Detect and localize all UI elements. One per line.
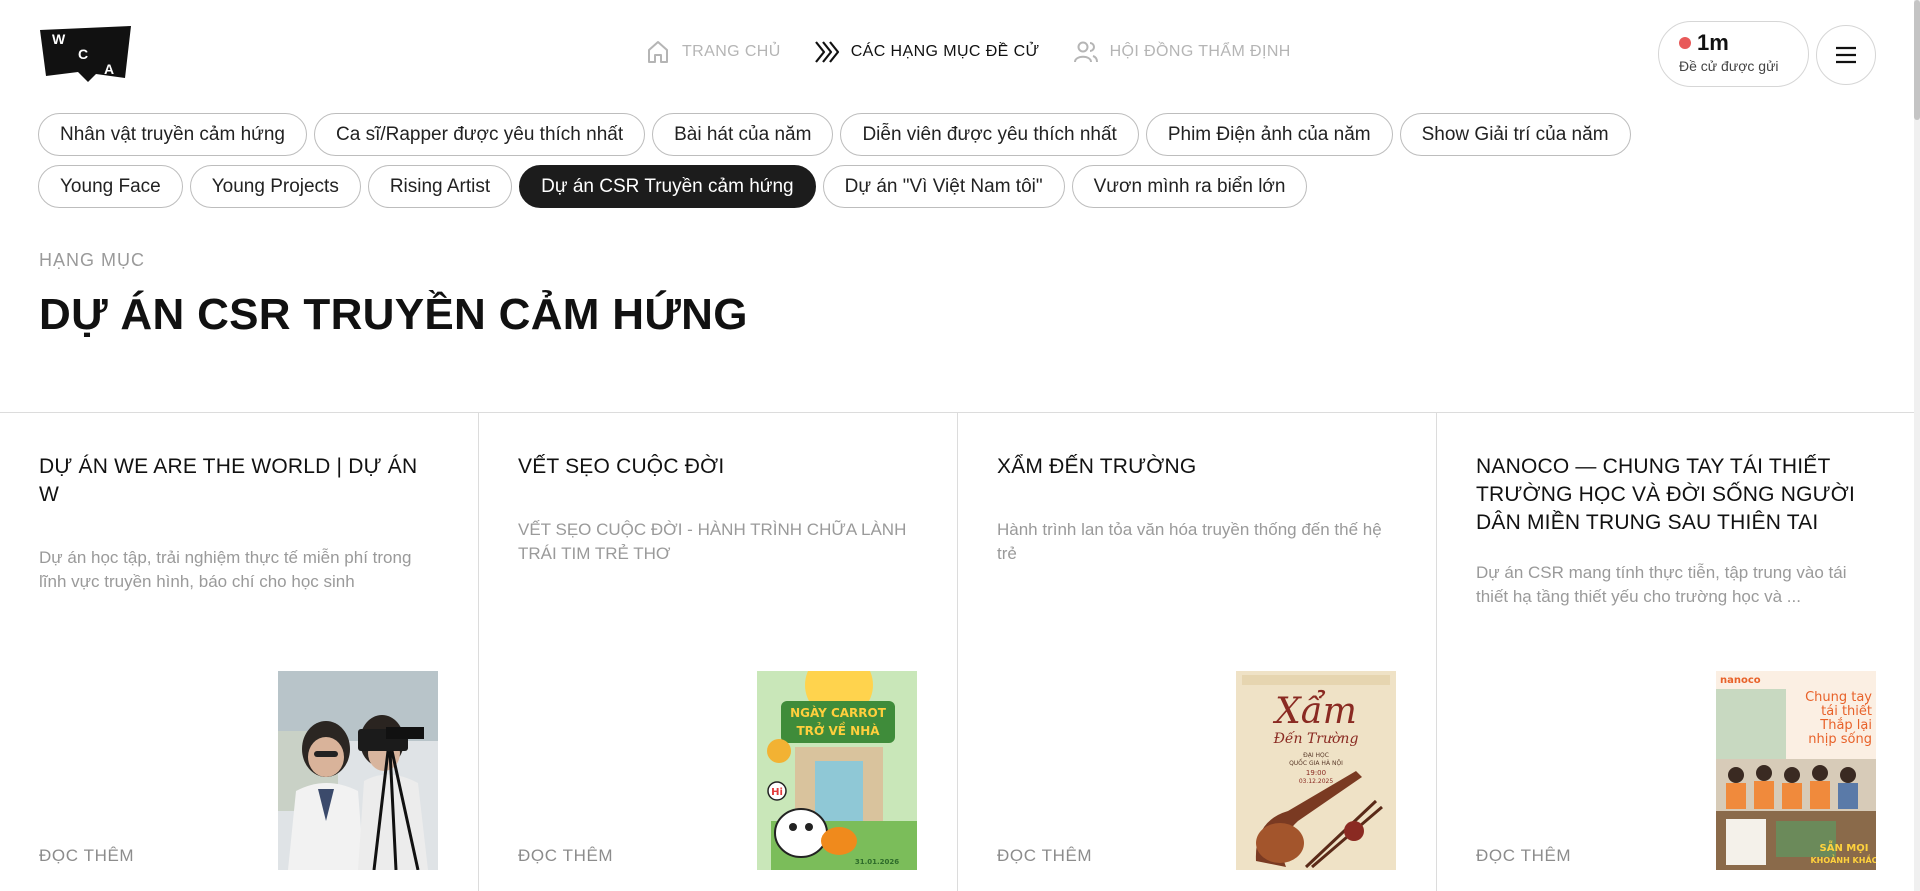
poster-text: tái thiết [1821,704,1872,719]
card-title: XẨM ĐẾN TRƯỜNG [997,455,1197,478]
home-icon [648,41,668,63]
poster-text: nanoco [1720,675,1761,686]
poster-text: 19:00 [1306,769,1326,777]
card-title: DỰ ÁN WE ARE THE WORLD | DỰ ÁN W [39,455,418,506]
card-title: NANOCO — CHUNG TAY TÁI THIẾT TRƯỜNG HỌC … [1476,455,1856,534]
card-description: VẾT SẸO CUỘC ĐỜI - HÀNH TRÌNH CHỮA LÀNH … [518,520,907,563]
category-chip[interactable]: Diễn viên được yêu thích nhất [840,113,1139,156]
logo-letter: C [78,46,88,62]
project-card[interactable]: XẨM ĐẾN TRƯỜNG Hành trình lan tỏa văn hó… [958,413,1437,891]
poster-text: 03.12.2025 [1299,778,1334,785]
live-dot-icon [1679,37,1691,49]
poster-text: TRỞ VỀ NHÀ [796,721,880,738]
project-card[interactable]: VẾT SẸO CUỘC ĐỜI VẾT SẸO CUỘC ĐỜI - HÀNH… [479,413,958,891]
nav-home[interactable]: TRANG CHỦ [644,38,781,66]
poster-text: Thắp lại [1819,718,1872,733]
scrollbar-thumb[interactable] [1914,0,1920,120]
read-more-link[interactable]: ĐỌC THÊM [518,846,613,866]
nav-jury-label: HỘI ĐỒNG THẨM ĐỊNH [1109,43,1291,60]
logo-letter: A [104,61,114,77]
nav-categories-label: CÁC HẠNG MỤC ĐỀ CỬ [850,43,1040,60]
card-description: Hành trình lan tỏa văn hóa truyền thống … [997,520,1382,563]
poster-text: Hi [771,787,783,798]
poster-text: NGÀY CARROT [790,705,887,720]
category-chip[interactable]: Young Face [38,165,183,208]
category-chip-active[interactable]: Dự án CSR Truyền cảm hứng [519,165,816,208]
page-scrollbar[interactable] [1914,0,1920,891]
counter-label: Đề cử được gửi [1679,58,1779,74]
users-icon [1073,41,1098,63]
counter-value: 1m [1697,30,1729,55]
card-description: Dự án học tập, trải nghiệm thực tế miễn … [39,548,412,591]
poster-text: Xẩm [1272,690,1357,732]
card-image[interactable]: Xẩm Đến Trường ĐẠI HỌC QUỐC GIA HÀ NỘI 1… [1236,671,1396,870]
category-chip[interactable]: Vươn mình ra biển lớn [1071,165,1308,208]
card-image[interactable]: NGÀY CARROT TRỞ VỀ NHÀ Hi 31.01.2026 [757,671,917,870]
category-chip[interactable]: Nhân vật truyền cảm hứng [38,113,308,156]
card-image[interactable]: nanoco Chung tay tái thiết Thắp lại nhịp… [1716,671,1876,870]
card-title: VẾT SẸO CUỘC ĐỜI [518,455,725,478]
project-card[interactable]: NANOCO — CHUNG TAY TÁI THIẾT TRƯỜNG HỌC … [1437,413,1916,891]
nav-categories[interactable]: CÁC HẠNG MỤC ĐỀ CỬ [813,38,1040,66]
menu-button[interactable] [1816,25,1876,85]
nomination-counter[interactable]: 1m Đề cử được gửi [1658,21,1809,87]
project-card-grid: DỰ ÁN WE ARE THE WORLD | DỰ ÁN W Dự án h… [0,412,1916,891]
card-image[interactable] [278,671,438,870]
category-chip[interactable]: Ca sĩ/Rapper được yêu thích nhất [314,113,646,156]
poster-text: Đến Trường [1273,730,1359,747]
read-more-link[interactable]: ĐỌC THÊM [997,846,1092,866]
poster-text: Chung tay [1805,690,1872,705]
poster-text: ĐẠI HỌC [1303,752,1329,759]
nav-home-label: TRANG CHỦ [682,43,781,60]
main-nav: TRANG CHỦ CÁC HẠNG MỤC ĐỀ CỬ HỘI ĐỒNG TH… [644,38,1291,66]
category-chip[interactable]: Show Giải trí của năm [1399,113,1631,156]
category-chip[interactable]: Bài hát của năm [652,113,834,156]
category-chip[interactable]: Dự án "Vì Việt Nam tôi" [822,165,1065,208]
nav-jury[interactable]: HỘI ĐỒNG THẨM ĐỊNH [1072,38,1291,66]
poster-text: nhịp sống [1808,732,1872,747]
category-chip[interactable]: Rising Artist [367,165,513,208]
read-more-link[interactable]: ĐỌC THÊM [1476,846,1571,866]
poster-text: QUỐC GIA HÀ NỘI [1289,759,1343,767]
category-row-1: Nhân vật truyền cảm hứng Ca sĩ/Rapper đư… [38,113,1631,156]
wca-logo[interactable]: W C A [38,26,133,82]
project-card[interactable]: DỰ ÁN WE ARE THE WORLD | DỰ ÁN W Dự án h… [0,413,479,891]
page-title: DỰ ÁN CSR TRUYỀN CẢM HỨNG [39,290,748,339]
logo-letter: W [52,31,66,47]
read-more-link[interactable]: ĐỌC THÊM [39,846,134,866]
chevrons-icon [814,41,839,63]
category-row-2: Young Face Young Projects Rising Artist … [38,165,1308,208]
category-chip[interactable]: Young Projects [189,165,361,208]
poster-text: 31.01.2026 [855,858,899,866]
hamburger-icon [1836,46,1856,64]
section-label: HẠNG MỤC [39,250,145,270]
category-chip[interactable]: Phim Điện ảnh của năm [1145,113,1393,156]
card-description: Dự án CSR mang tính thực tiễn, tập trung… [1476,563,1847,606]
